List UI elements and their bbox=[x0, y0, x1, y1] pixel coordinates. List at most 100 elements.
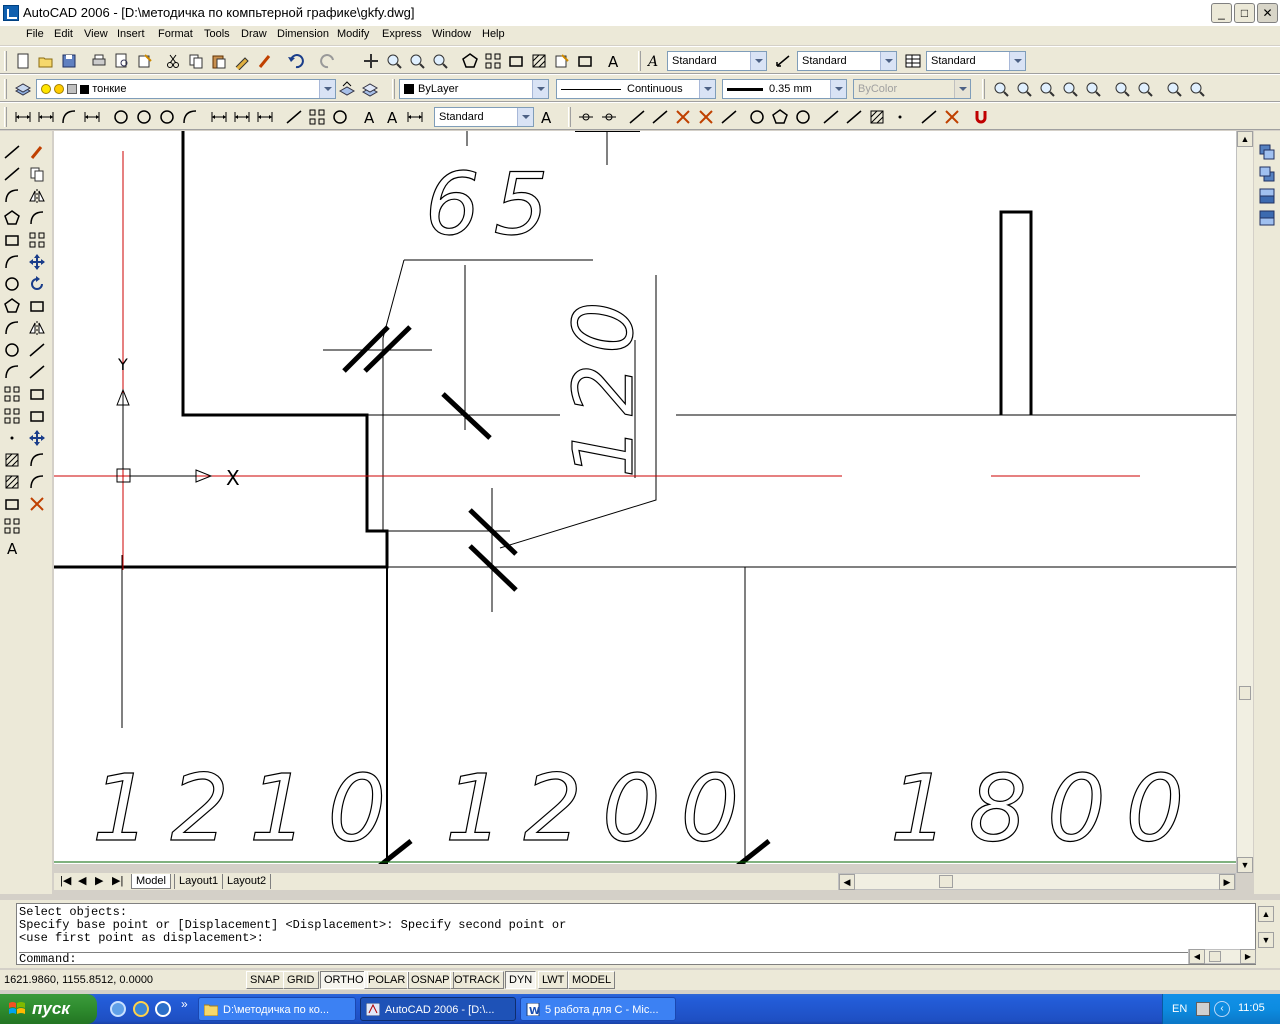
toolbar-grip[interactable] bbox=[568, 107, 571, 127]
quick-dimension-icon[interactable] bbox=[210, 108, 228, 126]
scroll-right-button[interactable]: ▶ bbox=[1219, 874, 1235, 890]
taskbar-autocad-window[interactable]: AutoCAD 2006 - [D:\... bbox=[360, 997, 516, 1021]
make-object-layer-current-icon[interactable] bbox=[338, 80, 356, 98]
revision-cloud-icon[interactable] bbox=[3, 297, 21, 315]
cmd-scroll-up-button[interactable]: ▲ bbox=[1258, 906, 1274, 922]
close-button[interactable]: ✕ bbox=[1257, 3, 1278, 23]
bring-to-front-icon[interactable] bbox=[1258, 143, 1276, 161]
quick-leader-icon[interactable] bbox=[285, 108, 303, 126]
status-ortho-toggle[interactable]: ORTHO bbox=[320, 971, 368, 989]
autocad-app-icon[interactable] bbox=[3, 5, 19, 21]
tab-layout2[interactable]: Layout2 bbox=[222, 874, 272, 889]
zoom-scale-icon[interactable] bbox=[1061, 80, 1079, 98]
trim-icon[interactable] bbox=[28, 341, 46, 359]
status-otrack-toggle[interactable]: OTRACK bbox=[450, 971, 504, 989]
language-indicator[interactable]: EN bbox=[1172, 1003, 1187, 1015]
make-block-icon[interactable] bbox=[3, 407, 21, 425]
dimension-edit-icon[interactable]: A bbox=[360, 108, 378, 127]
cmd-hscrollbar[interactable]: ◀ ▶ bbox=[1188, 949, 1256, 964]
publish-icon[interactable] bbox=[136, 52, 154, 70]
pan-icon[interactable] bbox=[362, 52, 380, 70]
lineweight-control-select[interactable]: 0.35 mm bbox=[722, 79, 847, 99]
dim-style-control-select[interactable]: Standard bbox=[434, 107, 534, 127]
baseline-dimension-icon[interactable] bbox=[233, 108, 251, 126]
rectangle-icon[interactable] bbox=[3, 231, 21, 249]
status-grid-toggle[interactable]: GRID bbox=[283, 971, 319, 989]
cut-icon[interactable] bbox=[164, 52, 182, 70]
rotate-icon[interactable] bbox=[28, 275, 46, 293]
tab-next-button[interactable]: ▶ bbox=[91, 874, 107, 889]
polyline-icon[interactable] bbox=[3, 187, 21, 205]
break-icon[interactable] bbox=[28, 407, 46, 425]
continue-dimension-icon[interactable] bbox=[256, 108, 274, 126]
match-properties-icon[interactable] bbox=[233, 52, 251, 71]
arc-icon[interactable] bbox=[3, 253, 21, 271]
help-icon[interactable]: A bbox=[604, 52, 622, 71]
spline-icon[interactable] bbox=[3, 319, 21, 337]
menu-edit[interactable]: Edit bbox=[54, 28, 73, 40]
copy-object-icon[interactable] bbox=[28, 165, 46, 183]
dim-style-icon[interactable] bbox=[775, 52, 793, 70]
circle-icon[interactable] bbox=[3, 275, 21, 293]
scale-icon[interactable] bbox=[28, 297, 46, 315]
layer-select[interactable]: тонкие bbox=[36, 79, 336, 99]
dimension-update-icon[interactable] bbox=[406, 108, 424, 126]
break-at-point-icon[interactable] bbox=[28, 385, 46, 403]
zoom-extents-icon[interactable] bbox=[1188, 80, 1206, 98]
redo-icon[interactable] bbox=[320, 52, 338, 70]
send-under-objects-icon[interactable] bbox=[1258, 209, 1276, 227]
toolbar-grip[interactable] bbox=[4, 79, 7, 99]
linetype-control-select[interactable]: Continuous bbox=[556, 79, 716, 99]
toolbar-grip[interactable] bbox=[982, 79, 985, 99]
join-icon[interactable] bbox=[28, 429, 46, 447]
erase-icon[interactable] bbox=[28, 143, 46, 161]
snap-tangent-icon[interactable] bbox=[794, 108, 812, 126]
tab-layout1[interactable]: Layout1 bbox=[174, 874, 222, 889]
markup-set-icon[interactable] bbox=[553, 52, 571, 70]
scroll-left-button[interactable]: ◀ bbox=[839, 874, 855, 890]
zoom-realtime-2-icon[interactable] bbox=[992, 80, 1010, 98]
linear-dimension-icon[interactable] bbox=[14, 108, 32, 126]
menu-view[interactable]: View bbox=[84, 28, 108, 40]
command-history[interactable]: Select objects: Specify base point or [D… bbox=[16, 903, 1256, 966]
clock[interactable]: 11:05 bbox=[1238, 1002, 1265, 1014]
layer-manager-icon[interactable] bbox=[14, 80, 32, 98]
layer-lock-icon[interactable] bbox=[67, 84, 78, 95]
point-icon[interactable] bbox=[3, 429, 21, 447]
snap-apparent-intersection-icon[interactable] bbox=[697, 108, 715, 126]
status-polar-toggle[interactable]: POLAR bbox=[364, 971, 410, 989]
coordinate-display[interactable]: 1621.9860, 1155.8512, 0.0000 bbox=[4, 972, 242, 988]
snap-perpendicular-icon[interactable] bbox=[822, 108, 840, 126]
properties-icon[interactable] bbox=[461, 52, 479, 70]
zoom-window-icon[interactable] bbox=[408, 52, 426, 70]
text-style-icon[interactable]: A bbox=[645, 52, 663, 70]
dimension-text-edit-icon[interactable]: A bbox=[383, 108, 401, 127]
tray-expand-icon[interactable]: ‹ bbox=[1214, 1001, 1230, 1017]
status-lwt-toggle[interactable]: LWT bbox=[538, 971, 569, 989]
new-drawing-icon[interactable] bbox=[14, 52, 32, 70]
menu-insert[interactable]: Insert bbox=[117, 28, 145, 40]
drawing-canvas[interactable]: Y X 65 120 1210 1200 1800 bbox=[54, 131, 1236, 864]
layer-on-icon[interactable] bbox=[41, 84, 51, 95]
menu-window[interactable]: Window bbox=[432, 28, 471, 40]
show-desktop-icon[interactable] bbox=[110, 1001, 126, 1017]
dim-style-select[interactable]: Standard bbox=[797, 51, 897, 71]
zoom-previous-icon[interactable] bbox=[431, 52, 449, 70]
toolbar-grip[interactable] bbox=[4, 107, 7, 127]
scroll-thumb[interactable] bbox=[1239, 686, 1251, 700]
command-prompt[interactable]: Command: bbox=[19, 952, 1255, 966]
send-to-back-icon[interactable] bbox=[1258, 165, 1276, 183]
zoom-dynamic-icon[interactable] bbox=[1038, 80, 1056, 98]
scroll-up-button[interactable]: ▲ bbox=[1237, 131, 1253, 147]
tray-network-icon[interactable] bbox=[1196, 1002, 1210, 1016]
color-control-select[interactable]: ByLayer bbox=[399, 79, 549, 99]
radius-dimension-icon[interactable] bbox=[112, 108, 130, 126]
tab-model[interactable]: Model bbox=[131, 874, 171, 889]
snap-extension-icon[interactable] bbox=[720, 108, 738, 126]
taskbar-explorer-window[interactable]: D:\методичка по ко... bbox=[198, 997, 356, 1021]
tool-palettes-icon[interactable] bbox=[507, 52, 525, 70]
polygon-icon[interactable] bbox=[3, 209, 21, 227]
chamfer-icon[interactable] bbox=[28, 451, 46, 469]
zoom-in-icon[interactable] bbox=[1113, 80, 1131, 98]
menu-format[interactable]: Format bbox=[158, 28, 193, 40]
